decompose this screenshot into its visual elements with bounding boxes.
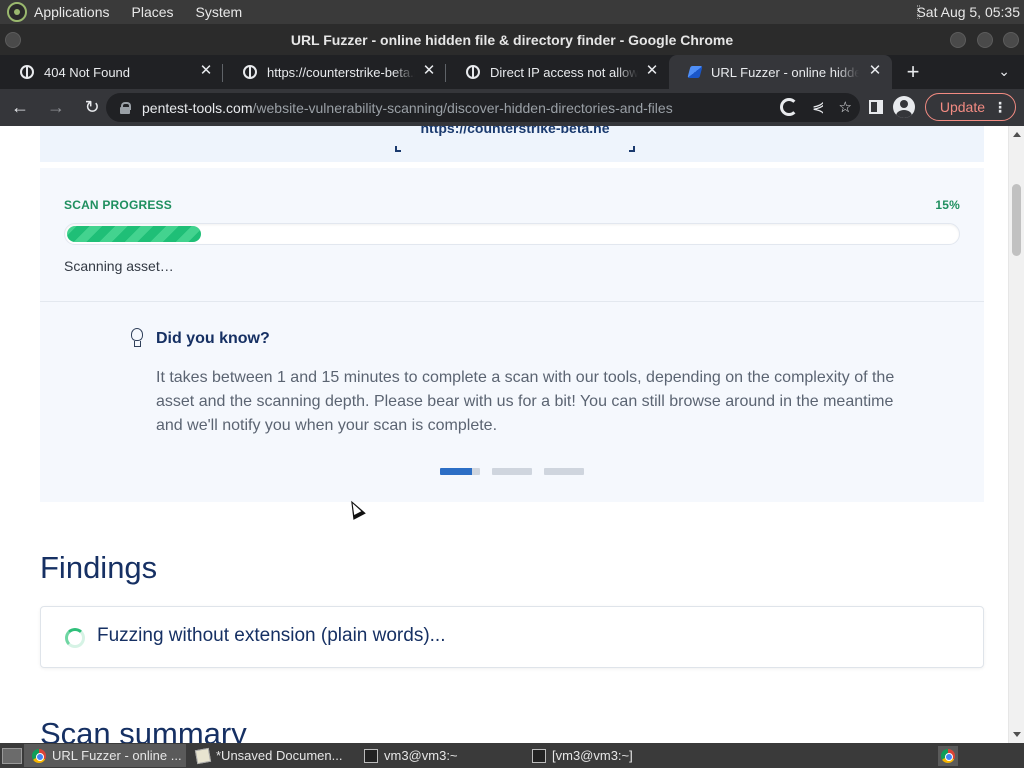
chrome-icon	[941, 749, 955, 763]
task-label: *Unsaved Documen...	[216, 748, 343, 763]
findings-heading: Findings	[40, 550, 158, 585]
globe-icon	[466, 65, 480, 79]
window-menu-button[interactable]	[5, 32, 21, 48]
bracket-corner	[395, 146, 401, 152]
task-label: URL Fuzzer - online ...	[52, 748, 182, 763]
task-chrome[interactable]: URL Fuzzer - online ...	[24, 744, 186, 767]
tab-title: URL Fuzzer - online hidden f	[711, 64, 859, 80]
task-terminal-1[interactable]: vm3@vm3:~	[356, 744, 522, 767]
page-viewport: https://counterstrike-beta.ne SCAN PROGR…	[0, 126, 1008, 743]
findings-status: Fuzzing without extension (plain words).…	[97, 625, 446, 646]
did-you-know-text: It takes between 1 and 15 minutes to com…	[156, 369, 895, 434]
did-you-know-title: Did you know?	[156, 330, 270, 347]
globe-icon	[20, 65, 34, 79]
omnibox-actions: ⋞ ☆	[779, 98, 852, 116]
findings-card: Fuzzing without extension (plain words).…	[40, 606, 984, 668]
tab-title: 404 Not Found	[44, 64, 131, 80]
task-text-editor[interactable]: *Unsaved Documen...	[188, 744, 354, 767]
globe-icon	[243, 65, 257, 79]
task-terminal-2[interactable]: [vm3@vm3:~]	[524, 744, 690, 767]
close-icon[interactable]: ✕	[867, 63, 883, 79]
spinner-icon	[65, 628, 85, 648]
new-tab-button[interactable]: +	[898, 55, 928, 89]
os-logo-icon[interactable]	[7, 2, 27, 22]
progress-status: Scanning asset…	[64, 258, 174, 274]
close-icon[interactable]: ✕	[198, 63, 214, 79]
menu-applications[interactable]: Applications	[34, 4, 110, 20]
lightbulb-icon	[130, 328, 144, 348]
reload-button[interactable]: ↻	[76, 92, 108, 124]
scan-progress-card: SCAN PROGRESS 15% Scanning asset… Did yo…	[40, 168, 984, 502]
carousel-dot-1[interactable]	[440, 468, 480, 475]
close-window-button[interactable]	[1003, 32, 1019, 48]
star-icon[interactable]: ☆	[839, 98, 852, 116]
url-text[interactable]: pentest-tools.com/website-vulnerability-…	[142, 100, 673, 116]
tab-url-fuzzer[interactable]: URL Fuzzer - online hidden f ✕	[669, 55, 892, 89]
text-editor-icon	[194, 747, 212, 764]
address-bar[interactable]: pentest-tools.com/website-vulnerability-…	[106, 93, 860, 122]
carousel-dots	[440, 468, 584, 475]
terminal-icon	[364, 748, 378, 763]
progress-header: SCAN PROGRESS 15%	[64, 198, 960, 212]
window-titlebar[interactable]: URL Fuzzer - online hidden file & direct…	[0, 24, 1024, 55]
target-url: https://counterstrike-beta.ne	[395, 126, 635, 152]
chrome-icon	[32, 748, 46, 763]
close-icon[interactable]: ✕	[421, 63, 437, 79]
scroll-thumb[interactable]	[1012, 184, 1021, 256]
menu-system[interactable]: System	[196, 4, 243, 20]
progress-label: SCAN PROGRESS	[64, 198, 172, 212]
page-scrollbar[interactable]	[1008, 126, 1024, 743]
carousel-dot-2[interactable]	[492, 468, 532, 475]
maximize-button[interactable]	[977, 32, 993, 48]
browser-toolbar: ← → ↻ pentest-tools.com/website-vulnerab…	[0, 89, 1024, 126]
pentest-tools-icon	[687, 66, 703, 78]
forward-button[interactable]: →	[40, 92, 72, 124]
tab-counterstrike[interactable]: https://counterstrike-beta.n ✕	[223, 55, 446, 89]
clock[interactable]: Sat Aug 5, 05:35	[916, 4, 1020, 20]
terminal-icon	[532, 748, 546, 763]
lock-icon[interactable]	[120, 101, 131, 114]
target-card: https://counterstrike-beta.ne	[40, 126, 984, 162]
update-label: Update	[939, 99, 985, 115]
target-url-text: https://counterstrike-beta.ne	[420, 126, 610, 136]
os-top-panel: Applications Places System Sat Aug 5, 05…	[0, 0, 1024, 24]
show-desktop-icon[interactable]	[2, 747, 22, 764]
task-label: [vm3@vm3:~]	[552, 748, 633, 763]
more-menu-icon: ⋮	[993, 98, 1007, 115]
task-label: vm3@vm3:~	[384, 748, 458, 763]
tab-strip: 404 Not Found ✕ https://counterstrike-be…	[0, 55, 1024, 89]
back-button[interactable]: ←	[4, 92, 36, 124]
toolbar-right: Update ⋮	[868, 93, 1016, 121]
scroll-up-arrow-icon[interactable]	[1013, 132, 1021, 137]
window-title: URL Fuzzer - online hidden file & direct…	[290, 31, 734, 48]
share-icon[interactable]: ⋞	[812, 98, 825, 116]
os-taskbar: URL Fuzzer - online ... *Unsaved Documen…	[0, 743, 1024, 768]
tab-title: https://counterstrike-beta.n	[267, 64, 415, 80]
progress-bar	[64, 223, 960, 245]
url-path: /website-vulnerability-scanning/discover…	[252, 99, 673, 116]
side-panel-icon[interactable]	[868, 100, 883, 114]
google-icon[interactable]	[779, 98, 798, 116]
scan-summary-heading: Scan summary	[40, 716, 247, 743]
tab-direct-ip[interactable]: Direct IP access not allowed ✕	[446, 55, 669, 89]
bracket-corner	[629, 146, 635, 152]
update-button[interactable]: Update ⋮	[924, 93, 1016, 121]
progress-percent: 15%	[935, 198, 960, 212]
tab-title: Direct IP access not allowed	[490, 64, 638, 80]
divider	[40, 301, 984, 302]
scroll-down-arrow-icon[interactable]	[1013, 732, 1021, 737]
chevron-down-icon[interactable]: ⌄	[998, 63, 1010, 80]
tab-404-not-found[interactable]: 404 Not Found ✕	[0, 55, 223, 89]
minimize-button[interactable]	[950, 32, 966, 48]
carousel-dot-3[interactable]	[544, 468, 584, 475]
url-host: pentest-tools.com	[142, 99, 253, 116]
progress-fill	[67, 226, 201, 242]
tray-chrome-icon[interactable]	[938, 746, 958, 766]
close-icon[interactable]: ✕	[644, 63, 660, 79]
menu-places[interactable]: Places	[132, 4, 174, 20]
profile-avatar-icon[interactable]	[892, 96, 915, 118]
